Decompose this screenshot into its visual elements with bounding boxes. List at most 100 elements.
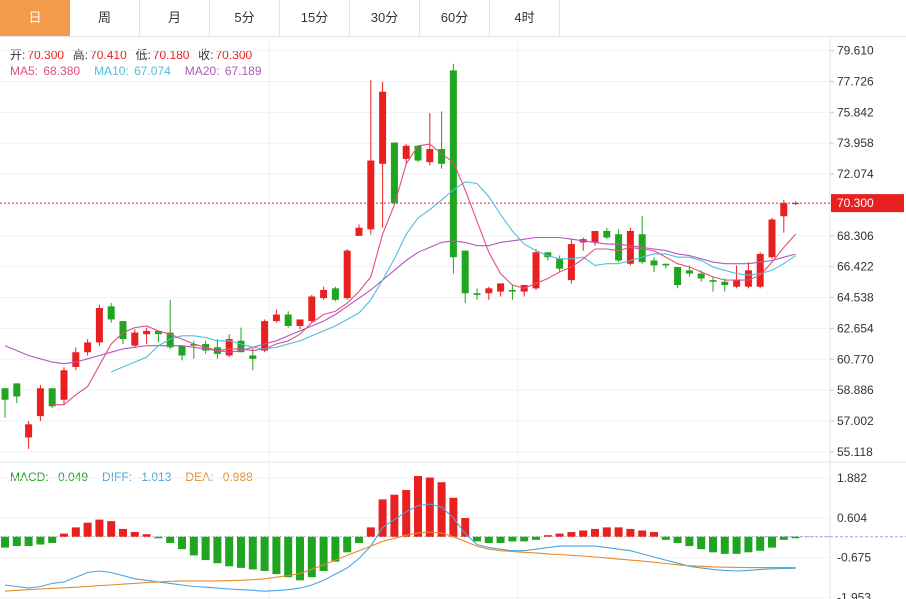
macd-bar-21 [248,536,257,570]
macd-bar-65 [768,536,776,548]
macd-bar-6 [71,527,80,537]
candle-9 [107,306,115,320]
candle-57 [674,267,682,286]
candle-2 [25,424,33,438]
candle-21 [249,355,257,359]
candle-60 [709,280,717,282]
candle-24 [284,314,292,327]
macd-tick-0: 1.882 [837,471,867,485]
macd-bar-5 [60,533,68,537]
macd-bar-11 [130,532,139,537]
macd-bar-66 [779,536,788,540]
candle-1 [13,383,21,397]
candle-38 [449,70,457,258]
macd-bar-4 [48,536,57,543]
candle-25 [296,319,304,327]
candle-51 [603,230,611,238]
macd-bar-56 [661,536,670,540]
candle-65 [768,219,776,258]
macd-bar-53 [626,528,635,537]
candle-34 [402,145,410,159]
macd-bar-20 [237,536,245,568]
candle-61 [721,281,729,286]
macd-bar-61 [720,536,729,554]
macd-bar-52 [614,527,623,537]
candle-59 [697,273,705,279]
macd-bar-23 [272,536,281,575]
candle-26 [308,296,316,322]
price-tick-12: 57.002 [837,414,874,428]
macd-bar-16 [189,536,198,556]
price-tick-4: 72.074 [837,167,874,181]
candle-48 [567,244,575,281]
candle-10 [119,321,127,340]
candle-0 [1,388,9,400]
macd-bar-9 [107,521,116,537]
candle-39 [461,250,469,294]
price-tick-7: 66.422 [837,260,874,274]
macd-bar-46 [543,535,552,537]
macd-bar-28 [331,536,340,562]
price-tick-3: 73.958 [837,136,874,150]
macd-bar-26 [307,536,316,578]
macd-bar-67 [791,536,800,539]
macd-bar-10 [119,528,127,537]
macd-bar-55 [650,532,658,537]
macd-bar-64 [756,536,765,551]
macd-bar-48 [567,532,576,537]
ma5-line [52,143,797,406]
candle-27 [320,289,328,299]
ma20-line [4,236,796,365]
macd-bar-42 [496,536,505,543]
macd-bar-0 [1,536,9,548]
macd-bar-19 [225,536,234,567]
candle-42 [497,283,505,292]
candlestick-chart[interactable]: 79.610 77.726 75.842 73.958 72.074 68.306 66.4… [0,0,906,599]
macd-bar-45 [532,536,540,540]
candle-30 [355,227,363,236]
candle-43 [508,289,516,292]
candle-22 [261,321,269,351]
candle-15 [178,345,186,356]
macd-bar-8 [95,519,104,537]
macd-bar-43 [508,536,517,542]
macd-bar-63 [744,536,753,553]
macd-bar-22 [260,536,269,571]
candle-50 [591,230,599,243]
macd-bar-12 [142,534,151,537]
current-price-label: 70.300 [837,196,874,210]
macd-bar-47 [555,533,564,537]
macd-bar-33 [390,494,399,537]
candle-5 [60,370,68,400]
candle-6 [72,352,80,367]
macd-bar-18 [213,536,222,564]
candle-3 [36,388,44,417]
candle-8 [95,307,103,343]
macd-bar-41 [484,536,493,543]
candle-47 [556,258,564,269]
macd-bar-31 [366,527,375,537]
candle-32 [379,91,387,164]
macd-bar-35 [414,476,422,537]
candle-33 [390,142,398,204]
price-tick-11: 58.886 [837,383,874,397]
macd-bar-51 [602,527,611,537]
price-tick-8: 64.538 [837,291,874,305]
candle-40 [473,293,481,295]
macd-bar-15 [178,536,186,550]
macd-tick-2: -0.675 [837,551,871,565]
macd-bar-14 [166,536,175,543]
candle-64 [756,253,764,287]
macd-bar-29 [343,536,352,553]
candle-58 [685,270,693,274]
macd-tick-1: 0.604 [837,511,867,525]
price-tick-6: 68.306 [837,229,874,243]
diff-line [4,503,796,592]
candle-41 [485,288,493,294]
candle-35 [414,145,422,161]
price-tick-13: 55.118 [837,445,873,459]
candle-7 [84,342,92,353]
macd-bar-2 [24,536,33,547]
candle-67 [792,203,800,205]
candle-62 [733,280,741,287]
